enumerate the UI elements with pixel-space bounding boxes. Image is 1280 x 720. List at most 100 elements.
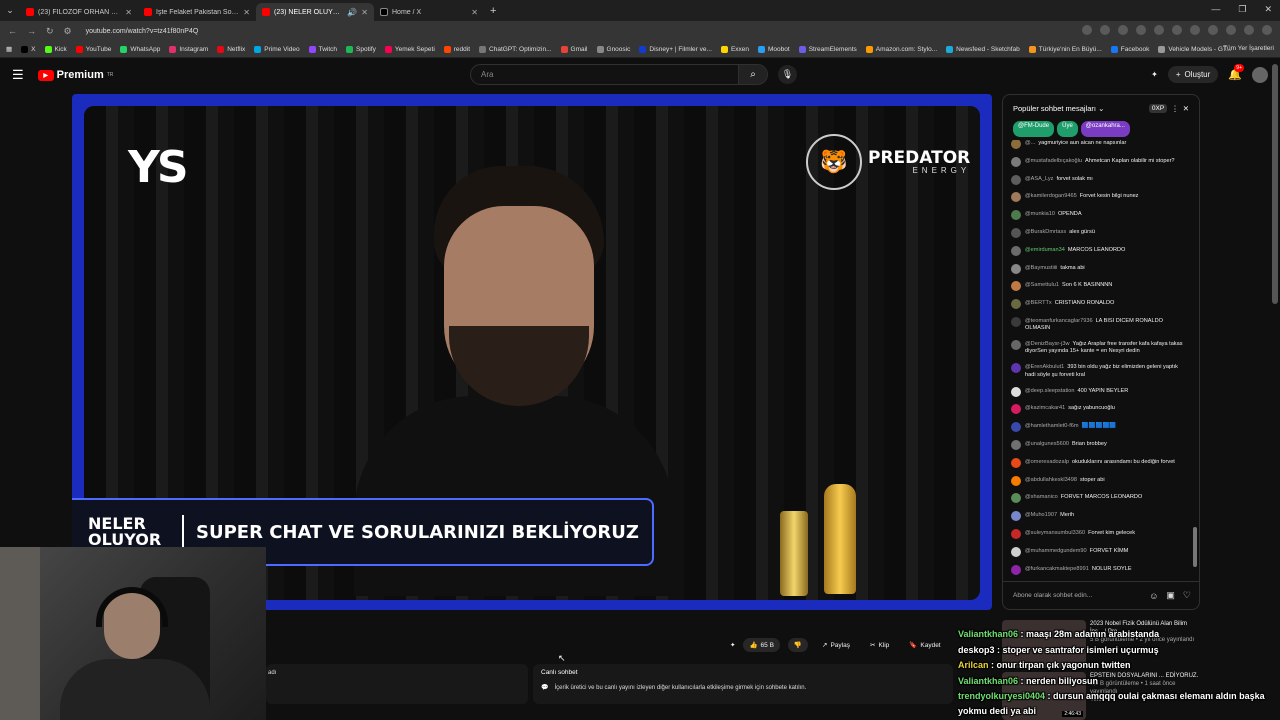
- chat-mode-dropdown[interactable]: Popüler sohbet mesajları ⌄: [1013, 104, 1145, 113]
- chat-message[interactable]: @mustafadelbıçakoğlu Ahmetcan Kaplan olab…: [1011, 156, 1183, 167]
- youtube-premium-logo[interactable]: ▶ Premium TR: [37, 69, 113, 81]
- minimize-icon[interactable]: —: [1211, 4, 1220, 15]
- chat-message[interactable]: @ErenAkbulut1 393 bin oldu yağz biz elimi…: [1011, 363, 1183, 378]
- chat-username[interactable]: @teomanfurkancaglar7936: [1025, 318, 1093, 324]
- bookmark-item[interactable]: WhatsApp: [120, 45, 160, 53]
- chat-username[interactable]: @abdullahkeskl3498: [1025, 477, 1077, 483]
- chat-username[interactable]: @unalgunes5600: [1025, 441, 1069, 447]
- forward-arrow-icon[interactable]: →: [27, 26, 36, 37]
- bookmark-item[interactable]: X: [21, 45, 36, 53]
- dislike-button[interactable]: 👎: [787, 638, 809, 652]
- bookmark-item[interactable]: Exxen: [720, 45, 749, 53]
- bookmark-item[interactable]: Kick: [44, 45, 67, 53]
- search-input[interactable]: Ara: [470, 64, 740, 85]
- chat-chip[interactable]: @ozankahra...: [1080, 121, 1130, 137]
- close-icon[interactable]: ✕: [125, 8, 132, 17]
- chat-username[interactable]: @BERTTx: [1025, 300, 1052, 306]
- hamburger-menu-icon[interactable]: ☰: [12, 67, 24, 83]
- close-window-icon[interactable]: ✕: [1264, 4, 1272, 15]
- chat-message[interactable]: @muhammedgundem90 FORVET KİMM: [1011, 546, 1183, 557]
- chat-message[interactable]: @deep.sleepstation 400 YAPIN BEYLER: [1011, 386, 1183, 397]
- bookmark-item[interactable]: Disney+ | Filmler ve...: [639, 45, 712, 53]
- chat-username[interactable]: @ErenAkbulut1: [1025, 364, 1064, 370]
- extension-icon[interactable]: [1226, 25, 1236, 35]
- chat-message[interactable]: @shamanico FORVET MARCOS LEONARDO: [1011, 493, 1183, 504]
- account-avatar[interactable]: [1252, 66, 1268, 83]
- extension-icon[interactable]: ✦: [730, 641, 735, 649]
- like-button[interactable]: 👍 65 B: [743, 638, 780, 652]
- profile-icon[interactable]: [1244, 25, 1254, 35]
- more-vert-icon[interactable]: ⋮: [1171, 104, 1179, 113]
- chat-message[interactable]: @... yagmuriyice aun aican ne napsınlar: [1011, 140, 1183, 149]
- browser-tab-2[interactable]: İşte Felaket Pakistan Sokak Le... ✕: [138, 3, 256, 21]
- new-tab-plus-icon[interactable]: +: [490, 5, 496, 17]
- create-button[interactable]: + Oluştur: [1167, 66, 1219, 83]
- reload-icon[interactable]: ↻: [46, 26, 54, 37]
- bookmark-item[interactable]: Spotify: [346, 45, 376, 53]
- search-button[interactable]: ⌕: [738, 64, 768, 85]
- chat-username[interactable]: @BurakDmrtass: [1025, 229, 1066, 235]
- chat-input[interactable]: Abone olarak sohbet edin...: [1013, 592, 1141, 599]
- bookmark-item[interactable]: Newsfeed - Sketchfab: [946, 45, 1020, 53]
- chat-message[interactable]: @Muho1907 Merih: [1011, 511, 1183, 522]
- chat-username[interactable]: @muhammedgundem90: [1025, 548, 1087, 554]
- maximize-icon[interactable]: ❐: [1238, 4, 1246, 15]
- chat-username[interactable]: @kazimcakar41: [1025, 405, 1065, 411]
- extension-icon[interactable]: [1082, 25, 1092, 35]
- share-button[interactable]: ↗ Paylaş: [816, 638, 856, 652]
- chat-username[interactable]: @suleymansumbul3360: [1025, 530, 1085, 536]
- chat-username[interactable]: @Baymustiiii: [1025, 265, 1057, 271]
- chat-message[interactable]: @BurakDmrtass alex gürsü: [1011, 227, 1183, 238]
- extension-icon[interactable]: [1118, 25, 1128, 35]
- bookmark-item[interactable]: Moobot: [758, 45, 790, 53]
- close-icon[interactable]: ✕: [1183, 104, 1189, 113]
- bookmark-item[interactable]: Facebook: [1110, 45, 1149, 53]
- bookmark-item[interactable]: Türkiye'nin En Büyü...: [1028, 45, 1102, 53]
- chat-username[interactable]: @deep.sleepstation: [1025, 388, 1075, 394]
- apps-grid-icon[interactable]: ▦: [6, 45, 12, 53]
- video-player[interactable]: YS 🐯 PREDATOR ENERGY NELER OLUYOR SUPER …: [72, 94, 992, 610]
- chat-message[interactable]: @Samettulu1 Son 6 K BASINNNN: [1011, 281, 1183, 292]
- chat-message[interactable]: @suleymansumbul3360 Forvet kim gelecek: [1011, 528, 1183, 539]
- browser-tab-1[interactable]: (23) FİLOZOF ORHAN EV ZİYAR... ✕: [20, 3, 138, 21]
- chat-message[interactable]: @teomanfurkancaglar7936 LA BISI DICEM RON…: [1011, 316, 1183, 332]
- chat-message[interactable]: @omeresadozalp okuduklarını arasındamı bu…: [1011, 457, 1183, 468]
- chat-message[interactable]: @Baymustiiii takma abi: [1011, 263, 1183, 274]
- close-icon[interactable]: ✕: [243, 8, 250, 17]
- bookmark-item[interactable]: Gnoosic: [596, 45, 630, 53]
- chat-message[interactable]: @abdullahkeskl3498 stoper abi: [1011, 475, 1183, 486]
- extension-icon[interactable]: [1136, 25, 1146, 35]
- bookmark-item[interactable]: Netflix: [217, 45, 245, 53]
- chat-username[interactable]: @furkancakmaktepe8991: [1025, 566, 1089, 572]
- bookmark-item[interactable]: Vehicle Models - GT...: [1158, 45, 1232, 53]
- extension-icon[interactable]: ✦: [1151, 70, 1158, 79]
- chat-message[interactable]: @unalgunes5600 Brian brobbey: [1011, 439, 1183, 450]
- super-chat-icon[interactable]: ▣: [1166, 590, 1175, 601]
- chat-username[interactable]: @DenizBaysr-j3w: [1025, 341, 1070, 347]
- chat-username[interactable]: @omeresadozalp: [1025, 459, 1069, 465]
- chat-message[interactable]: @furkancakmaktepe8991 NOLUR SOYLE: [1011, 564, 1183, 575]
- chat-username[interactable]: @kamilerdogan9465: [1025, 193, 1077, 199]
- bookmark-item[interactable]: Gmail: [560, 45, 588, 53]
- notifications-button[interactable]: 🔔 9+: [1228, 64, 1244, 81]
- chat-chip[interactable]: Üye: [1057, 121, 1078, 137]
- chat-message[interactable]: @kazimcakar41 sağız yabuncuoğlu: [1011, 404, 1183, 415]
- all-bookmarks-link[interactable]: Tüm Yer İşaretleri: [1223, 45, 1274, 52]
- extension-icon[interactable]: [1154, 25, 1164, 35]
- heart-icon[interactable]: ♡: [1183, 590, 1191, 601]
- chat-message[interactable]: @munkia10 OPENDA: [1011, 210, 1183, 221]
- extension-icon[interactable]: [1208, 25, 1218, 35]
- chat-chip[interactable]: @FM-Dude: [1013, 121, 1055, 137]
- voice-search-button[interactable]: 🎙: [778, 65, 797, 84]
- chat-message[interactable]: @emirduman34 MARCOS LEANORDO: [1011, 245, 1183, 256]
- extension-icon[interactable]: [1172, 25, 1182, 35]
- xp-badge[interactable]: 0XP: [1148, 103, 1168, 113]
- url-field[interactable]: youtube.com/watch?v=tz41f80nP4Q: [86, 28, 199, 35]
- chat-username[interactable]: @emirduman34: [1025, 247, 1065, 253]
- close-icon[interactable]: ✕: [471, 8, 478, 17]
- chat-username[interactable]: @hamlethamlet0-f6m: [1025, 423, 1079, 429]
- emoji-icon[interactable]: ☺: [1149, 591, 1158, 601]
- more-menu-icon[interactable]: [1262, 25, 1272, 35]
- page-scrollbar[interactable]: [1272, 64, 1278, 304]
- bookmark-star-icon[interactable]: [1100, 25, 1110, 35]
